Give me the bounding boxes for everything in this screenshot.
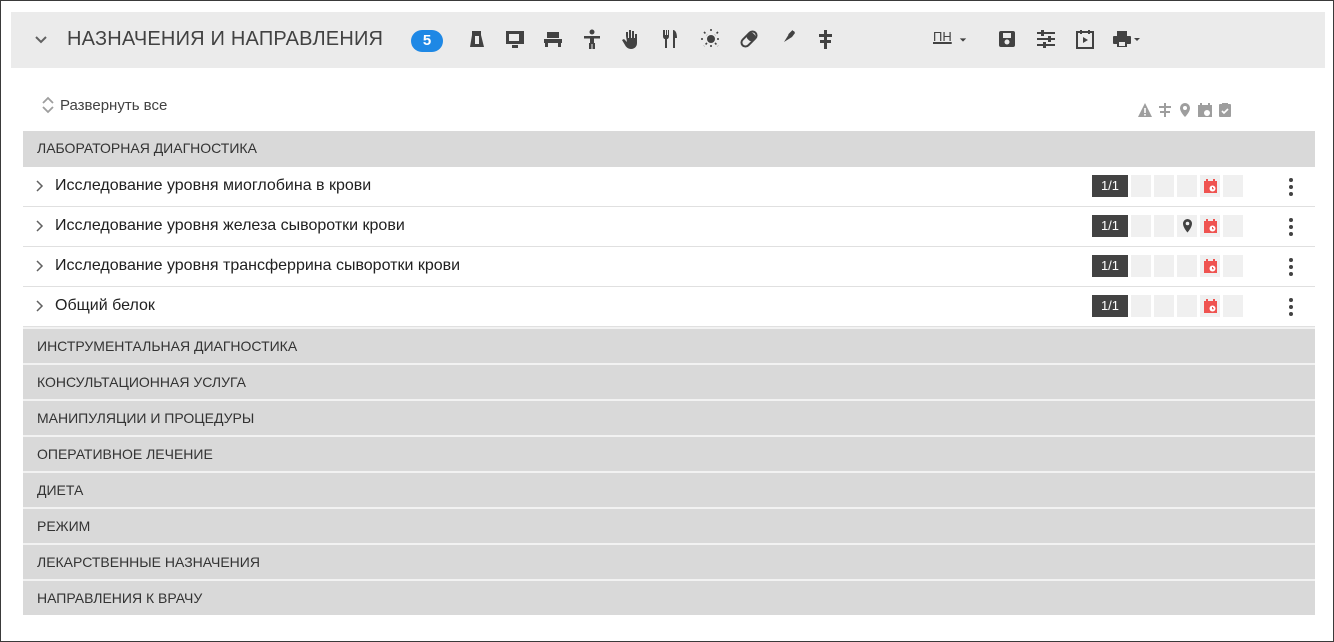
item-label: Исследование уровня трансферрина сыворот…: [55, 257, 461, 274]
item-label: Исследование уровня миоглобина в крови: [55, 177, 372, 194]
status-cells: 1/1: [1092, 255, 1243, 277]
lab-flask-icon[interactable]: [466, 28, 488, 50]
print-icon[interactable]: [1111, 28, 1141, 50]
calendar-clock-icon: [1204, 219, 1217, 233]
list-toolbar: Развернуть все: [11, 68, 1325, 130]
status-cell-schedule: [1200, 255, 1220, 277]
caret-down-icon: [959, 38, 967, 42]
calendar-clock-icon: [1204, 259, 1217, 273]
list-item[interactable]: Исследование уровня миоглобина в крови 1/…: [23, 167, 1315, 207]
status-cell-warning: [1131, 175, 1151, 197]
status-cell-location: [1177, 295, 1197, 317]
status-cell-done: [1223, 255, 1243, 277]
location-icon: [1183, 219, 1192, 233]
status-cell-warning: [1131, 255, 1151, 277]
expand-all-label: Развернуть все: [60, 96, 168, 114]
more-options-icon[interactable]: [1285, 176, 1297, 198]
filter-icon: [1157, 102, 1173, 118]
quantity-badge: 1/1: [1092, 295, 1128, 317]
list-item[interactable]: Исследование уровня железа сыворотки кро…: [23, 207, 1315, 247]
monitor-icon[interactable]: [504, 28, 526, 50]
list-item[interactable]: Исследование уровня трансферрина сыворот…: [23, 247, 1315, 287]
expand-row-icon[interactable]: [35, 299, 45, 313]
status-cells: 1/1: [1092, 175, 1243, 197]
group-header[interactable]: КОНСУЛЬТАЦИОННАЯ УСЛУГА: [23, 363, 1315, 399]
status-cell-filter: [1154, 255, 1174, 277]
group-header[interactable]: МАНИПУЛЯЦИИ И ПРОЦЕДУРЫ: [23, 399, 1315, 435]
quantity-badge: 1/1: [1092, 175, 1128, 197]
status-cell-schedule: [1200, 175, 1220, 197]
syringe-icon[interactable]: [776, 28, 798, 50]
status-cell-filter: [1154, 295, 1174, 317]
pill-icon[interactable]: [738, 28, 760, 50]
panel-header: НАЗНАЧЕНИЯ И НАПРАВЛЕНИЯ 5 ПН: [11, 12, 1325, 68]
status-cells: 1/1: [1092, 295, 1243, 317]
expand-row-icon[interactable]: [35, 179, 45, 193]
item-label: Общий белок: [55, 297, 155, 314]
prescriptions-panel: НАЗНАЧЕНИЯ И НАПРАВЛЕНИЯ 5 ПН Развернуть…: [0, 0, 1334, 642]
filter-sliders-icon[interactable]: [1035, 28, 1057, 50]
expand-row-icon[interactable]: [35, 259, 45, 273]
group-header[interactable]: ОПЕРАТИВНОЕ ЛЕЧЕНИЕ: [23, 435, 1315, 471]
group-header[interactable]: ЛЕКАРСТВЕННЫЕ НАЗНАЧЕНИЯ: [23, 543, 1315, 579]
status-cell-location: [1177, 255, 1197, 277]
item-label: Исследование уровня железа сыворотки кро…: [55, 217, 405, 234]
expand-all-button[interactable]: Развернуть все: [40, 96, 167, 114]
status-cell-done: [1223, 175, 1243, 197]
warning-icon: [1137, 102, 1153, 118]
status-cell-done: [1223, 295, 1243, 317]
sun-icon[interactable]: [700, 28, 722, 50]
hand-icon[interactable]: [620, 28, 642, 50]
location-icon: [1177, 102, 1193, 118]
clipboard-check-icon: [1217, 102, 1233, 118]
bed-icon[interactable]: [542, 28, 564, 50]
prescriptions-list: ЛАБОРАТОРНАЯ ДИАГНОСТИКА Исследование уро…: [23, 131, 1315, 615]
panel-title: НАЗНАЧЕНИЯ И НАПРАВЛЕНИЯ: [67, 28, 384, 50]
more-options-icon[interactable]: [1285, 216, 1297, 238]
person-icon[interactable]: [581, 28, 603, 50]
calendar-week-label: пн: [933, 29, 952, 44]
column-header-icons: [1137, 102, 1233, 118]
collapse-chevron-icon[interactable]: [29, 27, 53, 51]
count-badge: 5: [411, 30, 443, 52]
status-cell-done: [1223, 215, 1243, 237]
group-header[interactable]: РЕЖИМ: [23, 507, 1315, 543]
fork-knife-icon[interactable]: [659, 28, 681, 50]
quantity-badge: 1/1: [1092, 215, 1128, 237]
quantity-badge: 1/1: [1092, 255, 1128, 277]
calendar-week-menu[interactable]: пн: [933, 28, 967, 50]
group-header[interactable]: ЛАБОРАТОРНАЯ ДИАГНОСТИКА: [23, 131, 1315, 167]
calendar-clock-icon: [1197, 102, 1213, 118]
status-cell-filter: [1154, 175, 1174, 197]
plus-cross-icon[interactable]: [814, 28, 836, 50]
group-header[interactable]: НАПРАВЛЕНИЯ К ВРАЧУ: [23, 579, 1315, 615]
list-item[interactable]: Общий белок 1/1: [23, 287, 1315, 327]
group-header[interactable]: ИНСТРУМЕНТАЛЬНАЯ ДИАГНОСТИКА: [23, 327, 1315, 363]
save-icon[interactable]: [996, 28, 1018, 50]
expand-collapse-icon: [42, 96, 54, 114]
status-cell-location: [1177, 175, 1197, 197]
expand-row-icon[interactable]: [35, 219, 45, 233]
more-options-icon[interactable]: [1285, 296, 1297, 318]
status-cells: 1/1: [1092, 215, 1243, 237]
group-header[interactable]: ДИЕТА: [23, 471, 1315, 507]
status-cell-filter: [1154, 215, 1174, 237]
more-options-icon[interactable]: [1285, 256, 1297, 278]
calendar-clock-icon: [1204, 299, 1217, 313]
calendar-clock-icon: [1204, 179, 1217, 193]
status-cell-location: [1177, 215, 1197, 237]
status-cell-schedule: [1200, 295, 1220, 317]
status-cell-warning: [1131, 295, 1151, 317]
status-cell-warning: [1131, 215, 1151, 237]
status-cell-schedule: [1200, 215, 1220, 237]
play-calendar-icon[interactable]: [1074, 28, 1096, 50]
